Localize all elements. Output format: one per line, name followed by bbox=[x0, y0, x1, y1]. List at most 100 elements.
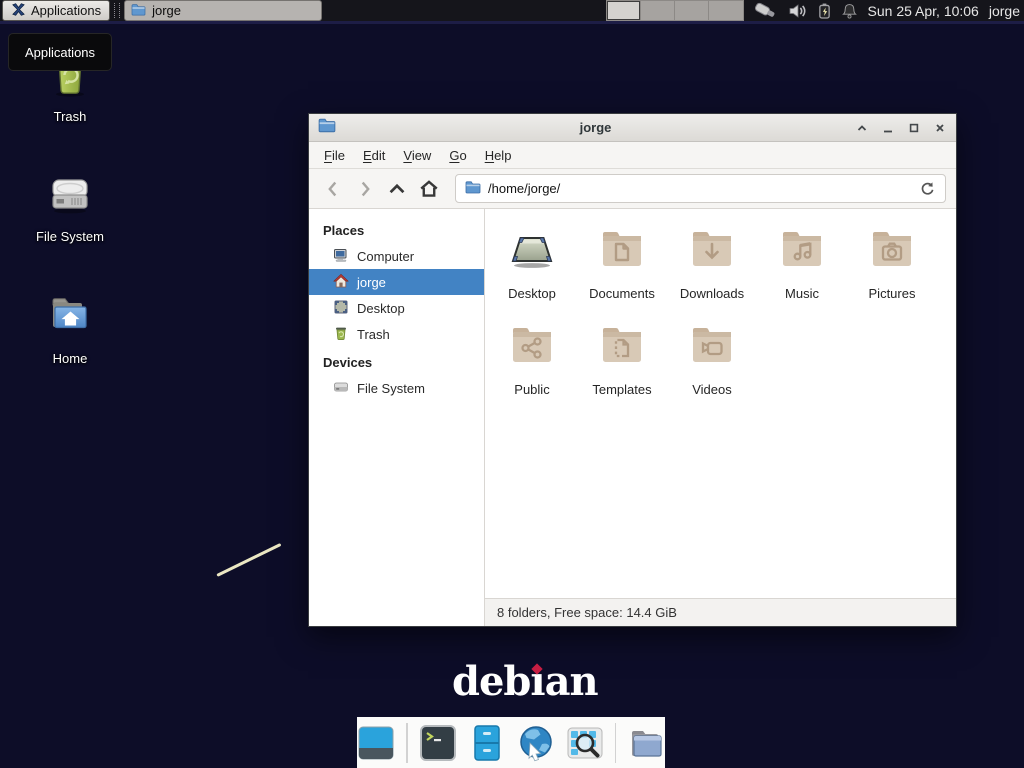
up-button[interactable] bbox=[383, 174, 411, 204]
hard-drive-icon bbox=[46, 170, 94, 223]
maximize-button[interactable] bbox=[907, 121, 921, 135]
menu-edit[interactable]: Edit bbox=[354, 142, 394, 168]
web-browser-button[interactable] bbox=[517, 724, 555, 762]
debian-logo-i: ı bbox=[530, 658, 544, 705]
sidebar-item-desktop[interactable]: Desktop bbox=[309, 295, 484, 321]
file-item-desktop[interactable]: Desktop bbox=[487, 225, 577, 321]
menu-view[interactable]: View bbox=[394, 142, 440, 168]
reload-button[interactable] bbox=[919, 180, 936, 197]
volume-tray-icon[interactable] bbox=[788, 3, 808, 19]
taskbar-window-button[interactable]: jorge bbox=[124, 0, 322, 21]
battery-tray-icon[interactable] bbox=[818, 2, 831, 20]
sidebar-item-label: jorge bbox=[357, 275, 386, 290]
panel-grip[interactable] bbox=[114, 3, 120, 18]
workspace-2[interactable] bbox=[640, 1, 674, 20]
taskbar-window-label: jorge bbox=[152, 3, 181, 18]
file-item-downloads[interactable]: Downloads bbox=[667, 225, 757, 321]
file-item-label: Templates bbox=[592, 382, 651, 397]
minimize-button[interactable] bbox=[881, 121, 895, 135]
file-item-label: Public bbox=[514, 382, 549, 397]
file-manager-button[interactable] bbox=[627, 724, 665, 762]
terminal-button[interactable] bbox=[419, 724, 457, 762]
panel-username[interactable]: jorge bbox=[989, 3, 1020, 19]
statusbar: 8 folders, Free space: 14.4 GiB bbox=[485, 598, 956, 626]
xfce-logo-icon bbox=[11, 2, 26, 20]
desktop-icon-home[interactable]: Home bbox=[22, 292, 118, 366]
sidebar-item-label: Trash bbox=[357, 327, 390, 342]
sidebar-item-jorge[interactable]: jorge bbox=[309, 269, 484, 295]
file-item-label: Downloads bbox=[680, 286, 744, 301]
sidebar-item-computer[interactable]: Computer bbox=[309, 243, 484, 269]
debian-logo-text: deb bbox=[452, 658, 530, 705]
back-button[interactable] bbox=[319, 174, 347, 204]
panel-clock[interactable]: Sun 25 Apr, 10:06 bbox=[868, 3, 979, 19]
dock bbox=[357, 717, 665, 768]
file-item-templates[interactable]: Templates bbox=[577, 321, 667, 417]
desktop-mini-icon bbox=[333, 299, 349, 318]
debian-logo: debıan bbox=[452, 658, 582, 705]
sidebar: Places Computer jorge Desktop bbox=[309, 209, 485, 626]
folder-icon-documents bbox=[598, 225, 646, 278]
scratch-line bbox=[216, 543, 281, 577]
close-button[interactable] bbox=[933, 121, 947, 135]
file-view: Desktop Documents bbox=[485, 209, 956, 626]
file-item-documents[interactable]: Documents bbox=[577, 225, 667, 321]
folder-icon-downloads bbox=[688, 225, 736, 278]
workspace-1[interactable] bbox=[607, 1, 640, 20]
sidebar-item-label: File System bbox=[357, 381, 425, 396]
places-header: Places bbox=[309, 217, 484, 243]
workspace-pager bbox=[606, 0, 744, 21]
home-button[interactable] bbox=[415, 174, 443, 204]
file-item-music[interactable]: Music bbox=[757, 225, 847, 321]
path-folder-icon bbox=[465, 180, 481, 197]
applications-tooltip: Applications bbox=[8, 33, 112, 71]
desktop-icon-file-system[interactable]: File System bbox=[22, 170, 118, 244]
workspace-4[interactable] bbox=[708, 1, 742, 20]
toolbar: /home/jorge/ bbox=[309, 169, 956, 209]
desktop-icon-label: File System bbox=[36, 229, 104, 244]
file-item-label: Documents bbox=[589, 286, 655, 301]
file-item-videos[interactable]: Videos bbox=[667, 321, 757, 417]
workspace-3[interactable] bbox=[674, 1, 708, 20]
file-item-label: Videos bbox=[692, 382, 732, 397]
menu-file[interactable]: File bbox=[315, 142, 354, 168]
sidebar-item-trash[interactable]: Trash bbox=[309, 321, 484, 347]
menu-help[interactable]: Help bbox=[476, 142, 521, 168]
folder-icon bbox=[131, 3, 146, 19]
file-item-label: Pictures bbox=[869, 286, 916, 301]
notifications-bell-icon[interactable] bbox=[841, 2, 858, 20]
applications-menu-label: Applications bbox=[31, 3, 101, 18]
sidebar-item-label: Desktop bbox=[357, 301, 405, 316]
window-folder-icon bbox=[318, 117, 336, 138]
folder-icon-pictures bbox=[868, 225, 916, 278]
dock-separator bbox=[406, 723, 408, 763]
shade-button[interactable] bbox=[855, 121, 869, 135]
applications-menu-button[interactable]: Applications bbox=[2, 0, 110, 21]
window-titlebar[interactable]: jorge bbox=[309, 114, 956, 142]
file-cabinet-button[interactable] bbox=[468, 724, 506, 762]
applications-tooltip-text: Applications bbox=[25, 45, 95, 60]
debian-logo-text-end: an bbox=[545, 658, 598, 705]
path-text: /home/jorge/ bbox=[488, 181, 560, 196]
sidebar-item-label: Computer bbox=[357, 249, 414, 264]
file-item-label: Desktop bbox=[508, 286, 556, 301]
forward-button[interactable] bbox=[351, 174, 379, 204]
desktop-icon-label: Home bbox=[53, 351, 88, 366]
show-desktop-button[interactable] bbox=[357, 724, 395, 762]
app-finder-button[interactable] bbox=[566, 724, 604, 762]
home-icon bbox=[333, 273, 349, 292]
menu-go[interactable]: Go bbox=[440, 142, 475, 168]
folder-icon-public bbox=[508, 321, 556, 374]
file-item-label: Music bbox=[785, 286, 819, 301]
path-bar[interactable]: /home/jorge/ bbox=[455, 174, 946, 203]
folder-icon-music bbox=[778, 225, 826, 278]
sidebar-item-file-system[interactable]: File System bbox=[309, 375, 484, 401]
top-panel: Applications jorge Sun 25 Apr, 10:06 jor… bbox=[0, 0, 1024, 24]
devices-header: Devices bbox=[309, 349, 484, 375]
window-title: jorge bbox=[344, 120, 847, 135]
file-item-pictures[interactable]: Pictures bbox=[847, 225, 937, 321]
tray-utility-icon[interactable] bbox=[754, 2, 778, 20]
drive-mini-icon bbox=[333, 379, 349, 398]
folder-icon-videos bbox=[688, 321, 736, 374]
file-item-public[interactable]: Public bbox=[487, 321, 577, 417]
